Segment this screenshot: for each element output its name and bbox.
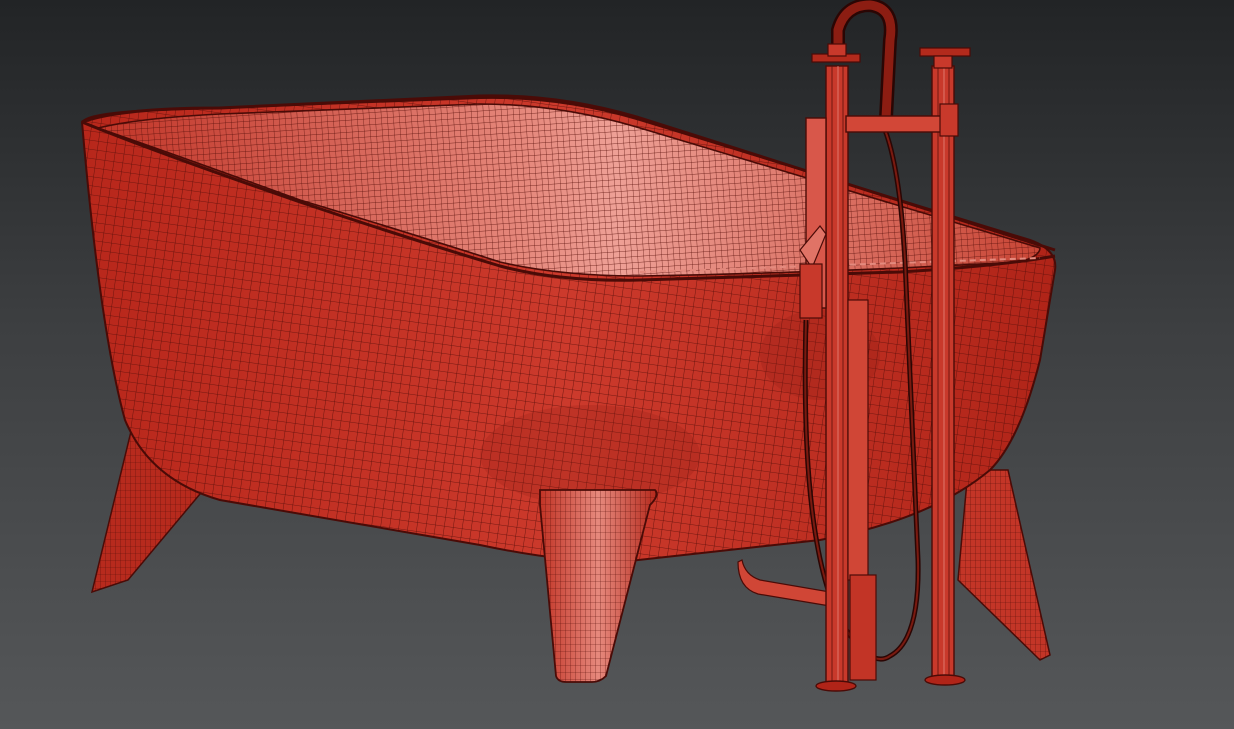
faucet-column-right[interactable] xyxy=(931,65,955,681)
faucet-handle-left[interactable] xyxy=(811,43,861,63)
3d-viewport[interactable] xyxy=(0,0,1234,729)
faucet-handle-right[interactable] xyxy=(919,47,971,69)
tub-leg-back-right[interactable] xyxy=(957,469,1051,661)
faucet-column-left[interactable] xyxy=(825,65,849,687)
viewport-canvas[interactable] xyxy=(0,0,1234,729)
drain-pipe[interactable] xyxy=(737,559,831,607)
tub-leg-front[interactable] xyxy=(539,489,658,683)
faucet-base-left xyxy=(815,680,857,692)
faucet-base-right xyxy=(924,674,966,686)
